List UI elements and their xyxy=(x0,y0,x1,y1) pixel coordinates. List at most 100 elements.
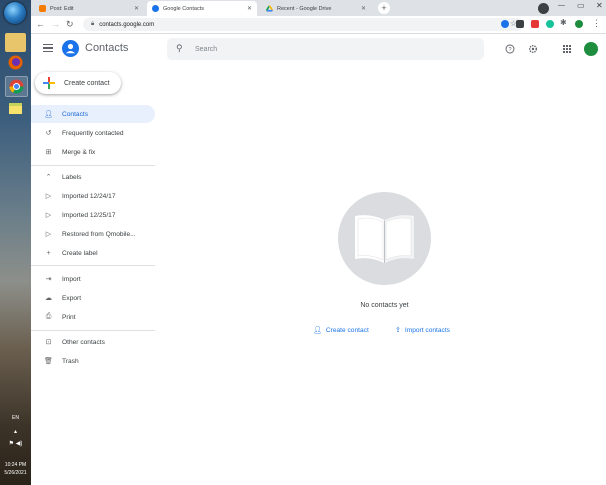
back-icon[interactable]: ← xyxy=(36,19,45,29)
clock-date[interactable]: 5/26/2021 xyxy=(0,470,31,476)
profile-avatar-icon[interactable] xyxy=(575,20,583,28)
start-button[interactable] xyxy=(4,2,26,24)
plus-icon: + xyxy=(46,249,51,257)
extension-red-icon[interactable] xyxy=(531,20,539,28)
label-tag-icon: ▷ xyxy=(45,231,52,238)
contacts-header: Contacts ⚲ Search ? xyxy=(31,34,606,64)
sidebar-item-label: Other contacts xyxy=(62,338,105,346)
language-indicator[interactable]: EN xyxy=(0,415,31,421)
sidebar-item-label: Merge & fix xyxy=(62,148,96,156)
browser-toolbar: ← → ↻ 🔒︎ contacts.google.com ☆ ✱ ⋮ xyxy=(31,16,606,34)
app-title: Contacts xyxy=(85,42,129,54)
print-icon: ⎙ xyxy=(45,313,52,320)
tab-label: Google Contacts xyxy=(163,5,204,12)
import-contacts-link[interactable]: ⇪ Import contacts xyxy=(395,326,450,335)
sidebar-item-import[interactable]: ⇥ Import xyxy=(31,270,155,288)
sidebar-item-label: Print xyxy=(62,313,76,321)
help-icon[interactable]: ? xyxy=(505,44,515,54)
search-icon[interactable]: ⚲ xyxy=(176,43,183,54)
apps-grid-icon[interactable] xyxy=(562,44,572,54)
settings-gear-icon[interactable] xyxy=(528,44,538,54)
tab-google-contacts[interactable]: Google Contacts ✕ xyxy=(147,1,257,16)
tab-post-edit[interactable]: Post: Edit ✕ xyxy=(34,1,144,16)
firefox-icon[interactable] xyxy=(5,53,26,72)
sidebar-item-label: Imported 12/24/17 xyxy=(62,192,116,200)
close-icon[interactable]: ✕ xyxy=(134,5,139,12)
trash-icon: 🗑︎ xyxy=(44,358,53,365)
tray-expand-icon[interactable]: ▴ xyxy=(0,428,31,435)
sidebar-label-imported-1224[interactable]: ▷ Imported 12/24/17 xyxy=(31,187,155,205)
create-contact-label: Create contact xyxy=(64,79,110,87)
blogger-icon xyxy=(39,5,46,12)
extension-grammarly-icon[interactable] xyxy=(546,20,554,28)
chrome-menu-icon[interactable]: ⋮ xyxy=(592,18,601,29)
sidebar-label-restored-qmobile[interactable]: ▷ Restored from Qmobile... xyxy=(31,225,155,243)
tab-google-drive[interactable]: Recent - Google Drive ✕ xyxy=(261,1,371,16)
sidebar-item-trash[interactable]: 🗑︎ Trash xyxy=(31,352,155,370)
inbox-icon: ⊡ xyxy=(45,339,52,346)
labels-section-toggle[interactable]: ⌃ Labels xyxy=(31,168,155,186)
contacts-favicon-icon xyxy=(152,5,159,12)
volume-icon[interactable]: ⚑ ◀) xyxy=(0,440,31,447)
forward-icon[interactable]: → xyxy=(51,19,60,29)
search-placeholder: Search xyxy=(195,45,218,53)
extension-person-icon[interactable] xyxy=(501,20,509,28)
extension-m-icon[interactable] xyxy=(516,20,524,28)
tab-label: Post: Edit xyxy=(50,5,74,12)
empty-state-book-illustration xyxy=(338,192,431,285)
sidebar-create-label[interactable]: + Create label xyxy=(31,244,155,262)
extensions-puzzle-icon[interactable]: ✱ xyxy=(560,18,567,27)
url-text: contacts.google.com xyxy=(99,21,155,28)
colored-plus-icon xyxy=(43,77,55,89)
merge-icon: ⊞ xyxy=(45,149,52,156)
file-explorer-icon[interactable] xyxy=(5,33,26,52)
address-bar[interactable]: 🔒︎ contacts.google.com ☆ xyxy=(83,18,523,31)
label-tag-icon: ▷ xyxy=(45,193,52,200)
sidebar-item-label: Create label xyxy=(62,249,98,257)
sidebar-item-export[interactable]: ☁︎ Export xyxy=(31,289,155,307)
create-contact-button[interactable]: Create contact xyxy=(35,72,121,94)
sidebar-item-other-contacts[interactable]: ⊡ Other contacts xyxy=(31,333,155,351)
account-avatar[interactable] xyxy=(584,42,598,56)
chevron-up-icon: ⌃ xyxy=(45,174,52,181)
sidebar-item-label: Restored from Qmobile... xyxy=(62,230,136,238)
history-icon: ↺ xyxy=(45,130,52,137)
add-person-icon: 👤︎ xyxy=(313,327,322,334)
create-contact-link-label: Create contact xyxy=(325,326,369,334)
sidebar-item-label: Export xyxy=(62,294,82,302)
maximize-button[interactable]: ▭ xyxy=(577,1,585,10)
sidebar-item-print[interactable]: ⎙ Print xyxy=(31,308,155,326)
divider xyxy=(31,330,155,331)
search-input[interactable]: ⚲ Search xyxy=(167,38,484,60)
profile-indicator-icon[interactable] xyxy=(538,3,549,14)
svg-text:?: ? xyxy=(508,47,511,53)
sidebar-item-label: Frequently contacted xyxy=(62,129,124,137)
import-icon: ⇥ xyxy=(45,276,52,283)
create-contact-link[interactable]: 👤︎ Create contact xyxy=(313,326,369,335)
close-window-button[interactable]: ✕ xyxy=(596,1,603,10)
upload-icon: ⇪ xyxy=(395,327,401,334)
clock-time[interactable]: 10:24 PM xyxy=(0,462,31,468)
sidebar-item-label: Import xyxy=(62,275,81,283)
sidebar-item-merge-fix[interactable]: ⊞ Merge & fix xyxy=(31,143,155,161)
sidebar-label-imported-1225[interactable]: ▷ Imported 12/25/17 xyxy=(31,206,155,224)
contacts-logo-icon[interactable] xyxy=(62,40,79,57)
new-tab-button[interactable]: + xyxy=(378,2,390,14)
sidebar-item-frequently-contacted[interactable]: ↺ Frequently contacted xyxy=(31,124,155,142)
open-book-icon xyxy=(355,215,414,263)
divider xyxy=(31,265,155,266)
labels-heading: Labels xyxy=(62,173,82,181)
minimize-button[interactable]: — xyxy=(558,2,565,9)
sidebar-item-label: Contacts xyxy=(62,110,89,118)
label-tag-icon: ▷ xyxy=(45,212,52,219)
windows-taskbar: EN ▴ ⚑ ◀) 10:24 PM 5/26/2021 xyxy=(0,0,31,485)
sidebar-item-contacts[interactable]: 👤︎ Contacts xyxy=(31,105,155,123)
main-menu-icon[interactable] xyxy=(43,44,53,54)
sticky-notes-icon[interactable] xyxy=(5,99,26,118)
chrome-icon[interactable] xyxy=(5,76,28,97)
close-icon[interactable]: ✕ xyxy=(247,5,252,12)
sidebar-item-label: Imported 12/25/17 xyxy=(62,211,116,219)
divider xyxy=(31,165,155,166)
reload-icon[interactable]: ↻ xyxy=(66,19,74,30)
close-icon[interactable]: ✕ xyxy=(361,5,366,12)
